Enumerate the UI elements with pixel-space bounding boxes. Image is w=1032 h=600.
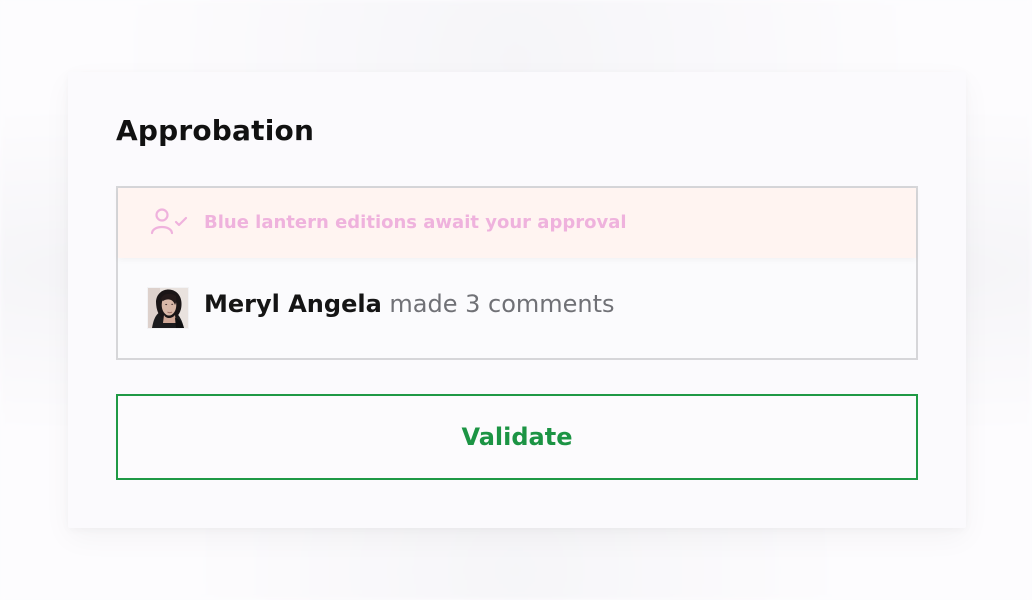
approval-message: Blue lantern editions await your approva… bbox=[204, 212, 627, 233]
avatar bbox=[148, 288, 188, 328]
activity-box: Blue lantern editions await your approva… bbox=[116, 186, 918, 360]
commenter-name: Meryl Angela bbox=[204, 290, 382, 318]
user-check-icon bbox=[148, 207, 188, 239]
approval-notice: Blue lantern editions await your approva… bbox=[118, 188, 916, 258]
validate-button[interactable]: Validate bbox=[116, 394, 918, 480]
validate-button-label: Validate bbox=[461, 423, 573, 451]
approval-card: Approbation Blue lantern editions await … bbox=[68, 72, 966, 528]
card-title: Approbation bbox=[116, 114, 315, 147]
comment-action: made 3 comments bbox=[381, 290, 615, 318]
comment-summary: Meryl Angela made 3 comments bbox=[204, 290, 615, 318]
comment-row: Meryl Angela made 3 comments bbox=[118, 280, 916, 340]
